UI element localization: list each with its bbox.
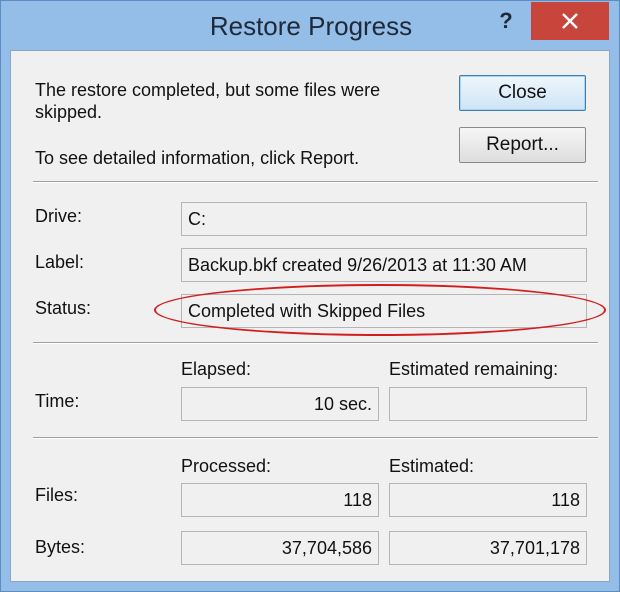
- estimated-header: Estimated:: [389, 456, 475, 476]
- message-line-3: To see detailed information, click Repor…: [35, 148, 360, 168]
- label-field: Backup.bkf created 9/26/2013 at 11:30 AM: [181, 248, 587, 282]
- title-bar[interactable]: Restore Progress ?: [1, 1, 619, 51]
- estimated-remaining-header: Estimated remaining:: [389, 359, 559, 379]
- estimated-remaining-field: [389, 387, 587, 421]
- bytes-label: Bytes:: [35, 537, 86, 557]
- processed-header: Processed:: [181, 456, 272, 476]
- bytes-processed-field: 37,704,586: [181, 531, 379, 565]
- elapsed-field: 10 sec.: [181, 387, 379, 421]
- drive-field: C:: [181, 202, 587, 236]
- status-field: Completed with Skipped Files: [181, 294, 587, 328]
- window-close-button[interactable]: [531, 2, 609, 40]
- separator-1: [33, 181, 598, 183]
- drive-label: Drive:: [35, 206, 83, 226]
- help-button[interactable]: ?: [483, 3, 529, 39]
- elapsed-header: Elapsed:: [181, 359, 252, 379]
- files-processed-field: 118: [181, 483, 379, 517]
- label-label: Label:: [35, 252, 85, 272]
- separator-3: [33, 437, 598, 439]
- time-label: Time:: [35, 391, 80, 411]
- report-button[interactable]: Report...: [459, 127, 586, 163]
- bytes-estimated-field: 37,701,178: [389, 531, 587, 565]
- files-estimated-field: 118: [389, 483, 587, 517]
- message-line-2: skipped.: [35, 102, 103, 122]
- message-line-1: The restore completed, but some files we…: [35, 80, 381, 100]
- files-label: Files:: [35, 485, 79, 505]
- status-label: Status:: [35, 298, 92, 318]
- separator-2: [33, 342, 598, 344]
- dialog-body: The restore completed, but some files we…: [10, 50, 610, 582]
- close-icon: [562, 13, 578, 29]
- close-button[interactable]: Close: [459, 75, 586, 111]
